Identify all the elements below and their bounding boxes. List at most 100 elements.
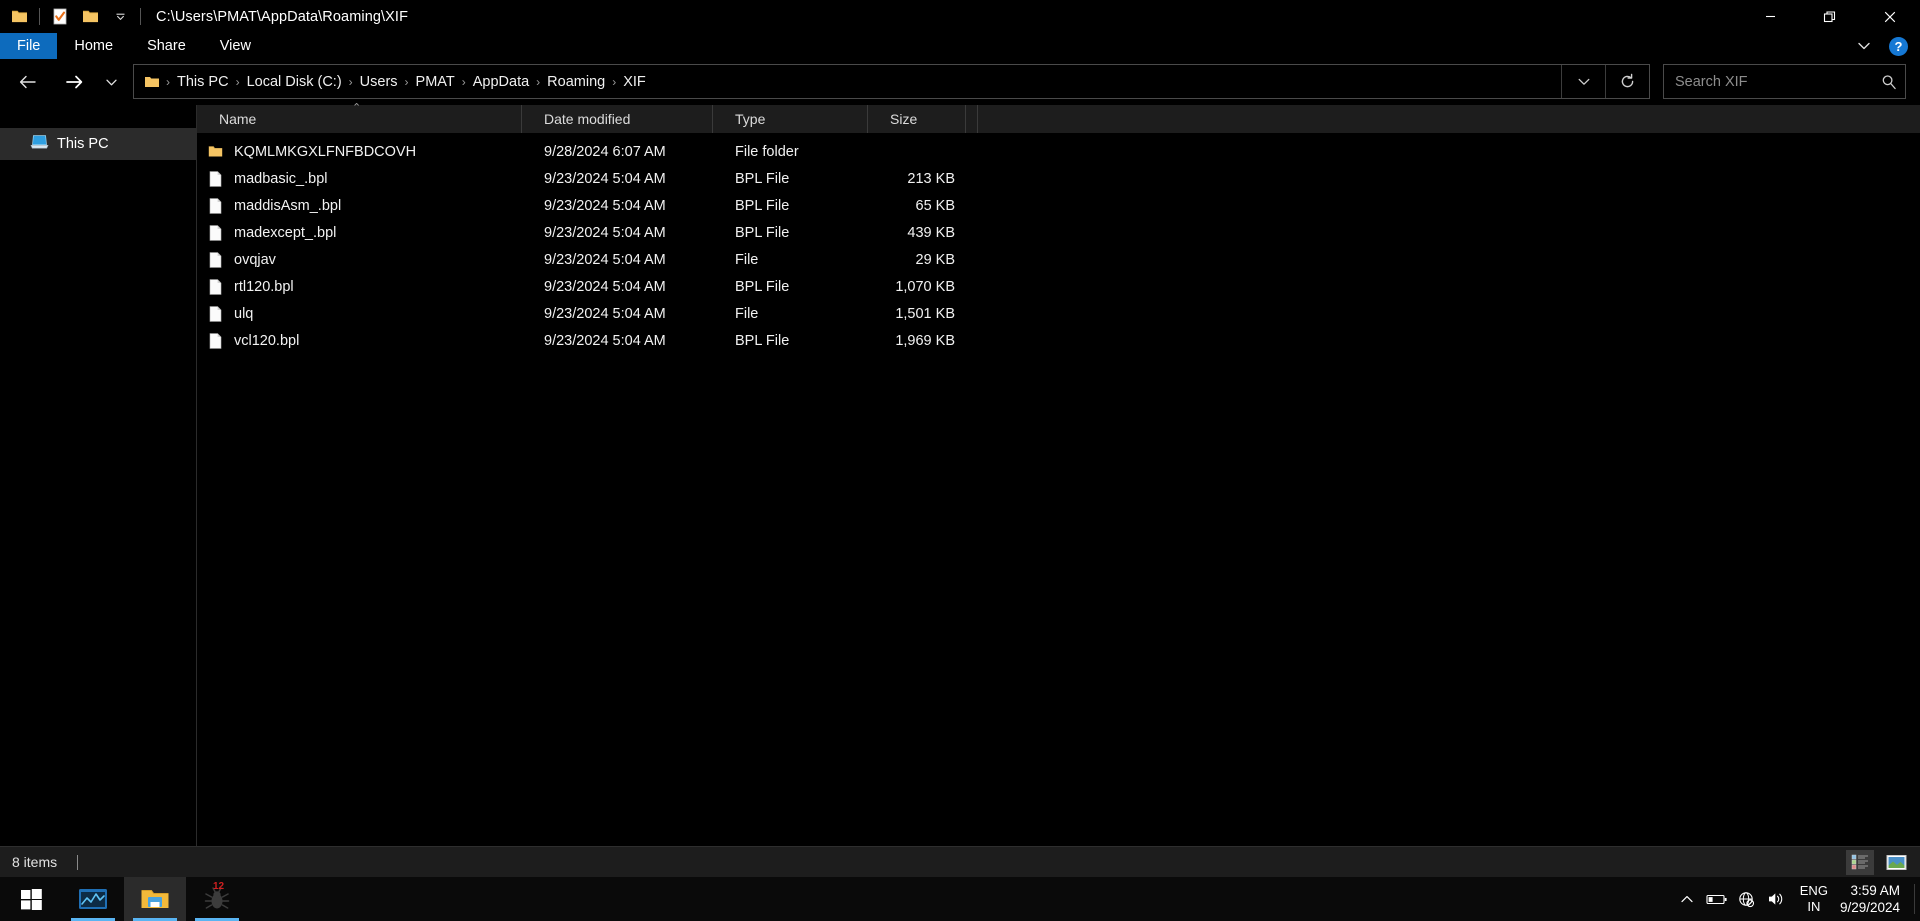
column-header-date-modified[interactable]: Date modified — [522, 105, 713, 133]
tab-file[interactable]: File — [0, 33, 58, 59]
table-row[interactable]: ovqjav 9/23/2024 5:04 AM File 29 KB — [197, 246, 1920, 273]
address-bar[interactable]: › This PC › Local Disk (C:) › Users › PM… — [133, 64, 1650, 99]
table-row[interactable]: KQMLMKGXLFNFBDCOVH 9/28/2024 6:07 AM Fil… — [197, 138, 1920, 165]
navigation-pane: This PC — [0, 105, 197, 846]
network-icon[interactable] — [1732, 877, 1762, 921]
language-line-2: IN — [1807, 899, 1821, 914]
sidebar-item-this-pc[interactable]: This PC — [0, 128, 196, 160]
column-header-type[interactable]: Type — [713, 105, 868, 133]
folder-icon[interactable] — [4, 3, 34, 31]
sort-ascending-icon: ⌃ — [352, 102, 362, 114]
column-header-size[interactable]: Size — [868, 105, 966, 133]
refresh-button[interactable] — [1606, 65, 1649, 98]
breadcrumb-item-xif[interactable]: XIF — [618, 74, 651, 90]
taskbar-debugger-app[interactable]: 12 — [186, 877, 248, 921]
customize-qat-icon[interactable] — [105, 3, 135, 31]
table-row[interactable]: madexcept_.bpl 9/23/2024 5:04 AM BPL Fil… — [197, 219, 1920, 246]
file-type-cell: BPL File — [735, 170, 790, 187]
tab-home[interactable]: Home — [57, 33, 130, 59]
file-name-cell[interactable]: maddisAsm_.bpl — [197, 197, 522, 215]
title-bar: C:\Users\PMAT\AppData\Roaming\XIF — [0, 0, 1920, 33]
file-date-cell: 9/23/2024 5:04 AM — [544, 224, 666, 241]
file-name-cell[interactable]: ovqjav — [197, 251, 522, 269]
column-header-size-label: Size — [890, 111, 918, 127]
file-name-cell[interactable]: ulq — [197, 305, 522, 323]
details-view-button[interactable] — [1846, 849, 1874, 875]
file-name-cell[interactable]: madexcept_.bpl — [197, 224, 522, 242]
forward-button[interactable] — [58, 65, 90, 99]
table-row[interactable]: madbasic_.bpl 9/23/2024 5:04 AM BPL File… — [197, 165, 1920, 192]
properties-icon[interactable] — [45, 3, 75, 31]
file-name-cell[interactable]: KQMLMKGXLFNFBDCOVH — [197, 143, 522, 161]
file-name-text: madbasic_.bpl — [234, 170, 328, 187]
quick-access-toolbar — [0, 0, 146, 33]
search-box[interactable]: Search XIF — [1663, 64, 1906, 99]
file-size-cell: 1,969 KB — [895, 332, 955, 349]
breadcrumb-item-users[interactable]: Users — [355, 74, 403, 90]
column-header-spacer — [966, 105, 978, 133]
chevron-down-icon[interactable] — [1853, 35, 1875, 57]
breadcrumb-item-roaming[interactable]: Roaming — [542, 74, 610, 90]
table-row[interactable]: vcl120.bpl 9/23/2024 5:04 AM BPL File 1,… — [197, 327, 1920, 354]
taskbar-file-explorer[interactable] — [124, 877, 186, 921]
table-row[interactable]: rtl120.bpl 9/23/2024 5:04 AM BPL File 1,… — [197, 273, 1920, 300]
tab-share[interactable]: Share — [130, 33, 203, 59]
folder-icon — [207, 143, 223, 161]
file-date-cell: 9/23/2024 5:04 AM — [544, 197, 666, 214]
window-title: C:\Users\PMAT\AppData\Roaming\XIF — [156, 8, 409, 25]
file-icon — [207, 332, 223, 350]
window-controls — [1740, 0, 1920, 33]
breadcrumb-item-pmat[interactable]: PMAT — [411, 74, 460, 90]
search-input[interactable]: Search XIF — [1664, 74, 1873, 90]
file-icon — [207, 224, 223, 242]
breadcrumb-item-appdata[interactable]: AppData — [468, 74, 534, 90]
file-size-cell: 29 KB — [915, 251, 956, 268]
file-name-cell[interactable]: vcl120.bpl — [197, 332, 522, 350]
previous-locations-button[interactable] — [1562, 65, 1605, 98]
minimize-button[interactable] — [1740, 0, 1800, 33]
file-name-cell[interactable]: rtl120.bpl — [197, 278, 522, 296]
start-button[interactable] — [0, 877, 62, 921]
file-date-cell: 9/23/2024 5:04 AM — [544, 278, 666, 295]
breadcrumb-separator: › — [404, 74, 409, 89]
help-button[interactable]: ? — [1889, 36, 1908, 56]
back-button[interactable] — [12, 65, 44, 99]
file-name-text: ovqjav — [234, 251, 276, 268]
show-desktop-button[interactable] — [1914, 884, 1920, 914]
tab-view[interactable]: View — [203, 33, 268, 59]
breadcrumb-item-this-pc[interactable]: This PC — [172, 74, 234, 90]
file-size-cell: 213 KB — [907, 170, 955, 187]
ribbon-right-controls: ? — [1853, 33, 1914, 59]
clock[interactable]: 3:59 AM 9/29/2024 — [1840, 882, 1900, 916]
show-hidden-icons-button[interactable] — [1672, 877, 1702, 921]
file-name-text: maddisAsm_.bpl — [234, 197, 342, 214]
breadcrumb-item-local-disk[interactable]: Local Disk (C:) — [242, 74, 347, 90]
battery-icon[interactable] — [1702, 877, 1732, 921]
ribbon-tab-bar: File Home Share View — [0, 33, 1920, 59]
table-row[interactable]: maddisAsm_.bpl 9/23/2024 5:04 AM BPL Fil… — [197, 192, 1920, 219]
clock-time: 3:59 AM — [1850, 883, 1900, 898]
sidebar-item-label: This PC — [57, 136, 109, 152]
file-name-text: KQMLMKGXLFNFBDCOVH — [234, 143, 417, 160]
file-icon — [207, 170, 223, 188]
new-folder-icon[interactable] — [75, 3, 105, 31]
column-header-name[interactable]: Name ⌃ — [197, 102, 522, 133]
file-type-cell: File — [735, 251, 759, 268]
close-button[interactable] — [1860, 0, 1920, 33]
search-icon[interactable] — [1873, 74, 1905, 90]
file-size-cell: 439 KB — [907, 224, 955, 241]
table-row[interactable]: ulq 9/23/2024 5:04 AM File 1,501 KB — [197, 300, 1920, 327]
language-indicator[interactable]: ENG IN — [1800, 883, 1828, 915]
volume-icon[interactable] — [1762, 877, 1792, 921]
file-name-cell[interactable]: madbasic_.bpl — [197, 170, 522, 188]
recent-locations-button[interactable] — [100, 65, 122, 99]
file-type-cell: File folder — [735, 143, 799, 160]
large-icons-view-button[interactable] — [1882, 850, 1910, 875]
breadcrumb-separator: › — [348, 74, 353, 89]
column-header-name-label: Name — [219, 111, 257, 127]
column-header-type-label: Type — [735, 111, 766, 127]
taskbar-chart-app[interactable] — [62, 877, 124, 921]
restore-button[interactable] — [1800, 0, 1860, 33]
file-icon — [207, 305, 223, 323]
taskbar: 12 ENG IN 3:59 AM 9/29/2024 — [0, 877, 1920, 921]
